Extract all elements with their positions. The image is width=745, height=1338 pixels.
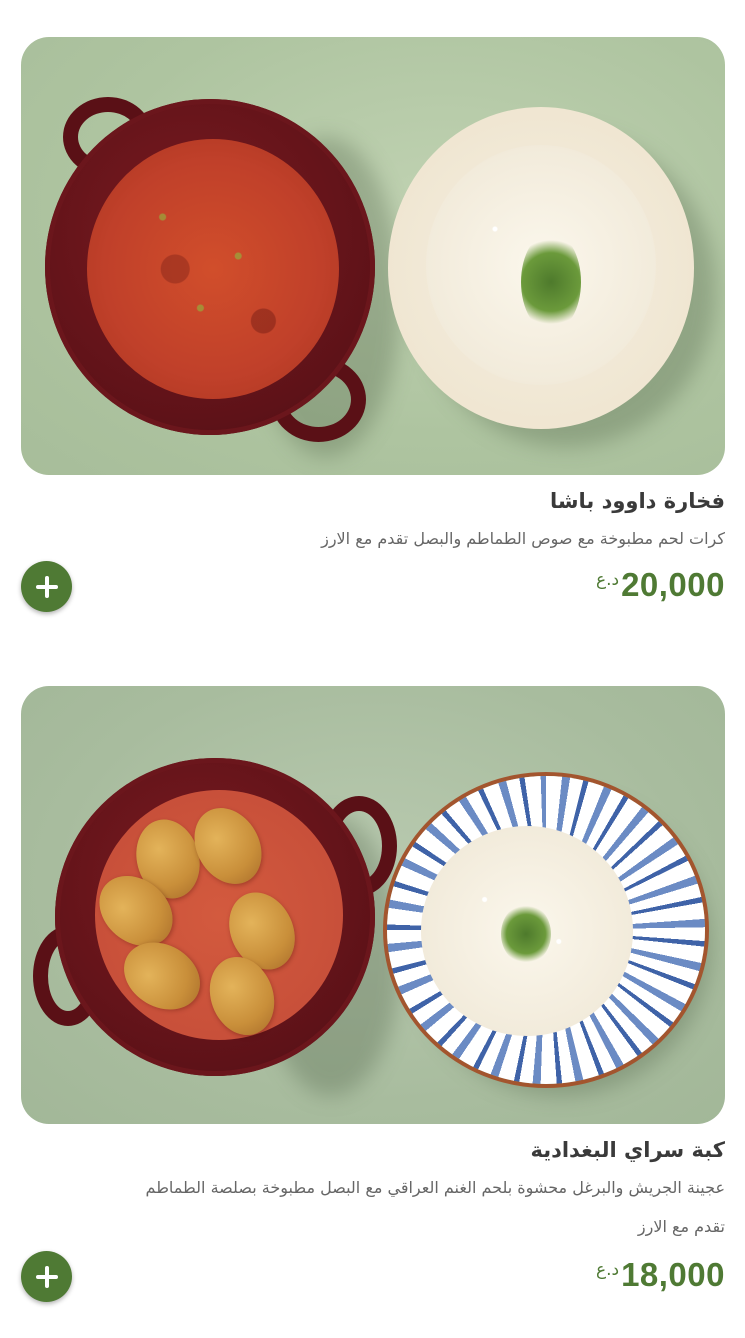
menu-item-card[interactable]: كبة سراي البغدادية عجينة الجريش والبرغل …	[21, 686, 725, 1324]
price-amount: 18,000	[621, 1256, 725, 1293]
item-description-line: عجينة الجريش والبرغل محشوة بلحم الغنم ال…	[145, 1178, 725, 1197]
currency-label: د.ع	[595, 570, 620, 590]
item-description-line: تقدم مع الارز	[637, 1217, 725, 1236]
price-amount: 20,000	[621, 566, 725, 603]
item-description: كرات لحم مطبوخة مع صوص الطماطم والبصل تق…	[321, 529, 725, 548]
plus-icon	[35, 575, 58, 598]
item-title: كبة سراي البغدادية	[530, 1138, 725, 1162]
add-to-cart-button[interactable]	[21, 1251, 72, 1302]
currency-label: د.ع	[595, 1260, 620, 1280]
herb-garnish	[501, 904, 551, 964]
item-price: د.ع 18,000	[596, 1256, 725, 1294]
menu-item-card[interactable]: فخارة داوود باشا كرات لحم مطبوخة مع صوص …	[21, 37, 725, 635]
meatball-stew	[87, 139, 339, 399]
item-title: فخارة داوود باشا	[549, 489, 725, 513]
item-info: كبة سراي البغدادية عجينة الجريش والبرغل …	[21, 1124, 725, 1324]
herb-garnish	[521, 232, 581, 332]
item-price: د.ع 20,000	[596, 566, 725, 604]
dish-photo[interactable]	[21, 686, 725, 1124]
dish-photo[interactable]	[21, 37, 725, 475]
item-info: فخارة داوود باشا كرات لحم مطبوخة مع صوص …	[21, 475, 725, 635]
plus-icon	[35, 1265, 58, 1288]
add-to-cart-button[interactable]	[21, 561, 72, 612]
